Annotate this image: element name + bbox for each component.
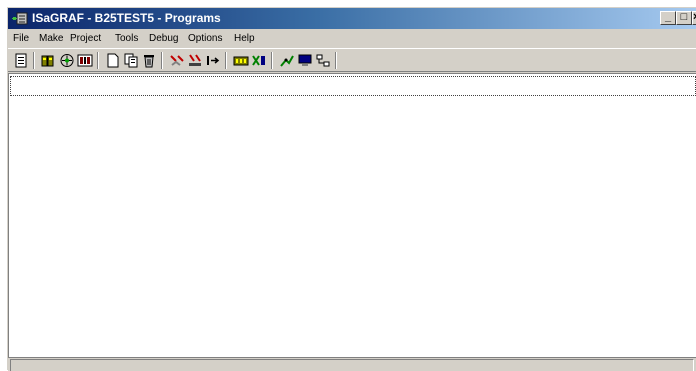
download-icon[interactable] xyxy=(187,53,203,68)
toolbar-separator xyxy=(97,52,99,69)
new-program-icon[interactable] xyxy=(105,53,121,68)
variables-icon[interactable] xyxy=(251,53,267,68)
verify-icon[interactable] xyxy=(59,53,75,68)
title-bar[interactable]: ISaGRAF - B25TEST5 - Programs _ □ × xyxy=(8,8,696,29)
window-title: ISaGRAF - B25TEST5 - Programs xyxy=(32,11,221,25)
disconnect-icon[interactable] xyxy=(169,53,185,68)
minimize-button[interactable]: _ xyxy=(660,11,676,25)
menu-project[interactable]: Project xyxy=(70,32,101,45)
menu-make[interactable]: Make xyxy=(39,32,63,45)
toolbar-separator xyxy=(335,52,337,69)
toolbar-separator xyxy=(271,52,273,69)
network-icon[interactable] xyxy=(315,53,331,68)
debug-icon[interactable] xyxy=(279,53,295,68)
menu-debug[interactable]: Debug xyxy=(149,32,178,45)
dictionary-icon[interactable] xyxy=(77,53,93,68)
toolbar xyxy=(8,48,696,72)
monitor-icon[interactable] xyxy=(297,53,313,68)
menu-options[interactable]: Options xyxy=(188,32,222,45)
minimize-icon: _ xyxy=(664,11,672,23)
properties-icon[interactable] xyxy=(13,53,29,68)
close-button[interactable]: × xyxy=(692,11,696,25)
make-icon[interactable] xyxy=(41,53,57,68)
toolbar-separator xyxy=(33,52,35,69)
toolbar-separator xyxy=(225,52,227,69)
application-window: ISaGRAF - B25TEST5 - Programs _ □ × File… xyxy=(6,6,696,371)
maximize-button[interactable]: □ xyxy=(676,11,692,25)
maximize-icon: □ xyxy=(680,11,688,23)
menu-bar: File Make Project Tools Debug Options He… xyxy=(8,30,696,48)
status-panel xyxy=(10,359,694,371)
copy-program-icon[interactable] xyxy=(123,53,139,68)
status-bar xyxy=(8,357,696,371)
menu-file[interactable]: File xyxy=(13,32,29,45)
io-connection-icon[interactable] xyxy=(233,53,249,68)
programs-list[interactable] xyxy=(8,73,696,357)
isagraf-app-icon xyxy=(12,12,28,25)
menu-help[interactable]: Help xyxy=(234,32,255,45)
run-icon[interactable] xyxy=(205,53,221,68)
list-item[interactable] xyxy=(10,76,696,96)
menu-tools[interactable]: Tools xyxy=(115,32,138,45)
delete-program-icon[interactable] xyxy=(141,53,157,68)
toolbar-separator xyxy=(161,52,163,69)
